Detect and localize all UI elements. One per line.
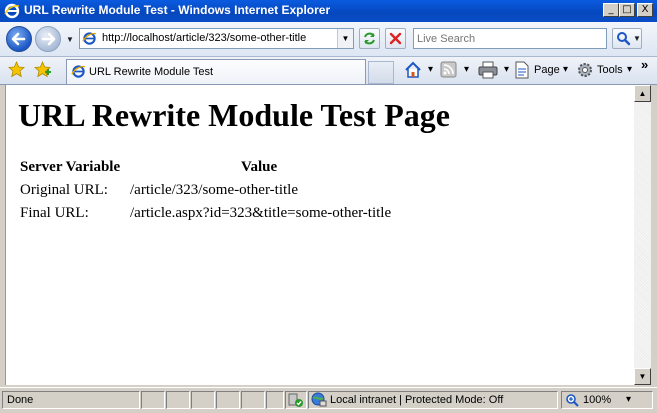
zoom-dropdown-icon[interactable]: ▾ bbox=[626, 394, 631, 405]
title-bar: URL Rewrite Module Test - Windows Intern… bbox=[0, 0, 657, 22]
column-header-value: Value bbox=[241, 159, 278, 175]
status-pane bbox=[166, 391, 190, 409]
window-title: URL Rewrite Module Test - Windows Intern… bbox=[24, 3, 331, 17]
home-button[interactable]: ▾ bbox=[404, 61, 433, 81]
search-button[interactable]: ▼ bbox=[612, 28, 642, 49]
page-icon bbox=[515, 61, 529, 79]
tools-menu-label: Tools bbox=[597, 64, 623, 76]
security-zone-pane[interactable]: Local intranet | Protected Mode: Off bbox=[308, 391, 558, 409]
navigation-bar: ▼ http://localhost/article/323/some-othe… bbox=[0, 22, 657, 57]
toolbar-overflow-icon[interactable]: » bbox=[641, 57, 648, 72]
feeds-button[interactable]: ▾ bbox=[440, 61, 469, 81]
protected-mode-icon bbox=[288, 393, 303, 407]
home-icon bbox=[405, 61, 421, 78]
print-button[interactable]: ▾ bbox=[478, 61, 509, 81]
status-text-pane: Done bbox=[2, 391, 140, 409]
minimize-button[interactable]: _ bbox=[603, 3, 619, 17]
row-value: /article.aspx?id=323&title=some-other-ti… bbox=[130, 205, 392, 221]
protected-mode-pane[interactable] bbox=[285, 391, 307, 409]
address-dropdown-icon[interactable]: ▼ bbox=[337, 29, 353, 48]
search-icon bbox=[617, 32, 631, 46]
scroll-up-button[interactable]: ▲ bbox=[634, 85, 651, 102]
security-zone-text: Local intranet | Protected Mode: Off bbox=[330, 394, 504, 406]
page-menu-button[interactable]: Page ▾ bbox=[514, 61, 572, 81]
tab-bar: URL Rewrite Module Test ▾ ▾ ▾ Page ▾ Too… bbox=[0, 57, 657, 85]
address-bar[interactable]: http://localhost/article/323/some-other-… bbox=[79, 28, 354, 49]
favorites-star-icon[interactable] bbox=[8, 61, 25, 78]
status-bar: Done Local intranet | Protected Mode: Of… bbox=[0, 387, 657, 413]
status-pane bbox=[141, 391, 165, 409]
new-tab-button[interactable] bbox=[368, 61, 394, 84]
column-header-variable: Server Variable bbox=[20, 159, 121, 175]
history-dropdown-icon[interactable]: ▼ bbox=[66, 35, 74, 44]
page-menu-label: Page bbox=[534, 64, 560, 76]
ie-logo-icon bbox=[4, 3, 20, 19]
zoom-pane[interactable]: 100% ▾ bbox=[561, 391, 653, 409]
tools-menu-button[interactable]: Tools ▾ bbox=[576, 61, 636, 81]
status-pane bbox=[266, 391, 284, 409]
zoom-icon bbox=[566, 394, 579, 407]
intranet-globe-icon bbox=[311, 392, 327, 407]
page-content: URL Rewrite Module Test Page Server Vari… bbox=[5, 85, 634, 385]
vertical-scrollbar[interactable]: ▲ ▼ bbox=[634, 85, 651, 385]
zoom-level: 100% bbox=[583, 394, 612, 406]
status-pane bbox=[191, 391, 215, 409]
tab-label: URL Rewrite Module Test bbox=[89, 66, 214, 78]
forward-arrow-icon bbox=[41, 32, 56, 46]
scroll-down-button[interactable]: ▼ bbox=[634, 368, 651, 385]
stop-button[interactable] bbox=[385, 28, 406, 49]
row-name: Final URL: bbox=[20, 205, 89, 221]
back-arrow-icon bbox=[11, 32, 26, 46]
rss-feed-icon bbox=[440, 61, 457, 78]
add-favorite-icon[interactable] bbox=[34, 61, 51, 78]
search-input[interactable] bbox=[414, 29, 606, 49]
status-pane bbox=[241, 391, 265, 409]
printer-icon bbox=[478, 61, 498, 79]
search-box[interactable] bbox=[413, 28, 607, 49]
tab-url-rewrite[interactable]: URL Rewrite Module Test bbox=[66, 59, 366, 84]
feeds-dropdown-icon[interactable]: ▾ bbox=[464, 64, 469, 75]
close-button[interactable]: X bbox=[637, 3, 653, 17]
maximize-button[interactable]: □ bbox=[619, 3, 635, 17]
print-dropdown-icon[interactable]: ▾ bbox=[504, 64, 509, 75]
status-pane bbox=[216, 391, 240, 409]
window-frame-right bbox=[651, 85, 657, 387]
row-name: Original URL: bbox=[20, 182, 108, 198]
page-favicon-icon bbox=[82, 32, 97, 45]
page-dropdown-icon: ▾ bbox=[563, 64, 569, 75]
refresh-button[interactable] bbox=[359, 28, 380, 49]
back-button[interactable] bbox=[6, 26, 32, 52]
address-url: http://localhost/article/323/some-other-… bbox=[102, 32, 307, 44]
stop-icon bbox=[389, 32, 402, 45]
status-text: Done bbox=[7, 394, 34, 406]
refresh-icon bbox=[364, 32, 375, 45]
gear-icon bbox=[578, 63, 592, 77]
search-options-icon[interactable]: ▼ bbox=[633, 34, 641, 43]
home-dropdown-icon[interactable]: ▾ bbox=[428, 64, 433, 75]
forward-button[interactable] bbox=[35, 26, 61, 52]
tab-favicon-icon bbox=[71, 65, 86, 78]
tools-dropdown-icon: ▾ bbox=[627, 64, 633, 75]
page-heading: URL Rewrite Module Test Page bbox=[18, 97, 450, 133]
row-value: /article/323/some-other-title bbox=[130, 182, 298, 198]
